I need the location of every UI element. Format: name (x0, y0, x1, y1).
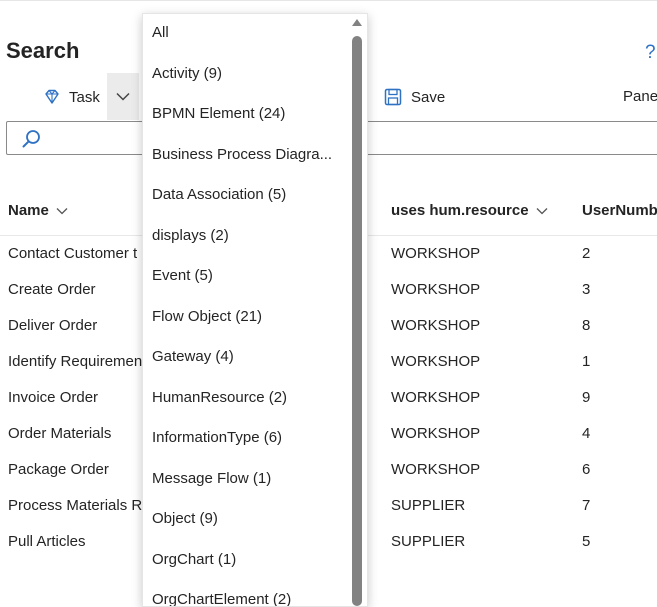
dropdown-item[interactable]: Object (9) (152, 510, 218, 527)
sort-chevron-icon (56, 207, 68, 214)
cell-number: 9 (582, 389, 591, 406)
dropdown-item[interactable]: Business Process Diagra... (152, 146, 332, 163)
chevron-down-icon (116, 92, 130, 101)
column-header-label: uses hum.resource (391, 202, 529, 219)
dropdown-item[interactable]: HumanResource (2) (152, 389, 287, 406)
column-header-name[interactable]: Name (8, 202, 68, 219)
scroll-up-arrow-icon[interactable] (351, 17, 363, 27)
cell-number: 8 (582, 317, 591, 334)
cell-name: Process Materials R (8, 497, 143, 514)
column-header-label: Name (8, 202, 49, 219)
dropdown-item[interactable]: Activity (9) (152, 65, 222, 82)
dropdown-scrollbar[interactable] (349, 14, 365, 606)
task-type-dropdown-toggle[interactable] (107, 73, 139, 120)
dropdown-item[interactable]: Event (5) (152, 267, 213, 284)
dropdown-item[interactable]: OrgChart (1) (152, 551, 236, 568)
dropdown-item[interactable]: Data Association (5) (152, 186, 286, 203)
top-divider (0, 0, 657, 1)
dropdown-item[interactable]: InformationType (6) (152, 429, 282, 446)
panel-button[interactable]: Pane (623, 88, 657, 105)
cell-resource: WORKSHOP (391, 317, 481, 334)
task-type-label: Task (69, 88, 100, 106)
cell-name: Package Order (8, 461, 109, 478)
column-header-label: UserNumb (582, 202, 657, 219)
cell-name: Deliver Order (8, 317, 98, 334)
dropdown-item[interactable]: BPMN Element (24) (152, 105, 285, 122)
cell-resource: WORKSHOP (391, 353, 481, 370)
cell-number: 4 (582, 425, 591, 442)
cell-name: Create Order (8, 281, 96, 298)
cell-number: 5 (582, 533, 591, 550)
dropdown-item[interactable]: displays (2) (152, 227, 229, 244)
cell-name: Invoice Order (8, 389, 99, 406)
cell-name: Identify Requiremen (8, 353, 143, 370)
cell-number: 1 (582, 353, 591, 370)
dropdown-item[interactable]: Flow Object (21) (152, 308, 262, 325)
cell-resource: WORKSHOP (391, 461, 481, 478)
cell-name: Order Materials (8, 425, 112, 442)
task-type-button[interactable]: Task (42, 86, 100, 108)
type-filter-dropdown[interactable]: All Activity (9) BPMN Element (24) Busin… (142, 13, 368, 607)
cell-resource: WORKSHOP (391, 281, 481, 298)
scrollbar-thumb[interactable] (352, 36, 362, 606)
dropdown-item[interactable]: Gateway (4) (152, 348, 234, 365)
cell-resource: SUPPLIER (391, 533, 466, 550)
cell-resource: SUPPLIER (391, 497, 466, 514)
magnifier-icon (22, 130, 40, 148)
column-header-number[interactable]: UserNumb (582, 202, 657, 219)
dropdown-item[interactable]: Message Flow (1) (152, 470, 271, 487)
dropdown-item[interactable]: All (152, 24, 169, 41)
save-button[interactable]: Save (384, 86, 445, 108)
cell-number: 7 (582, 497, 591, 514)
cell-resource: WORKSHOP (391, 425, 481, 442)
save-label: Save (411, 88, 446, 106)
cell-resource: WORKSHOP (391, 245, 481, 262)
diamond-icon (45, 89, 59, 104)
cell-name: Pull Articles (8, 533, 86, 550)
cell-number: 6 (582, 461, 591, 478)
page-title: Search (6, 38, 80, 63)
cell-resource: WORKSHOP (391, 389, 481, 406)
cell-number: 2 (582, 245, 591, 262)
column-header-resource[interactable]: uses hum.resource (391, 202, 548, 219)
sort-chevron-icon (536, 207, 548, 214)
cell-number: 3 (582, 281, 591, 298)
help-icon[interactable]: ? (645, 42, 656, 64)
cell-name: Contact Customer t (8, 245, 138, 262)
floppy-disk-icon (384, 88, 402, 106)
